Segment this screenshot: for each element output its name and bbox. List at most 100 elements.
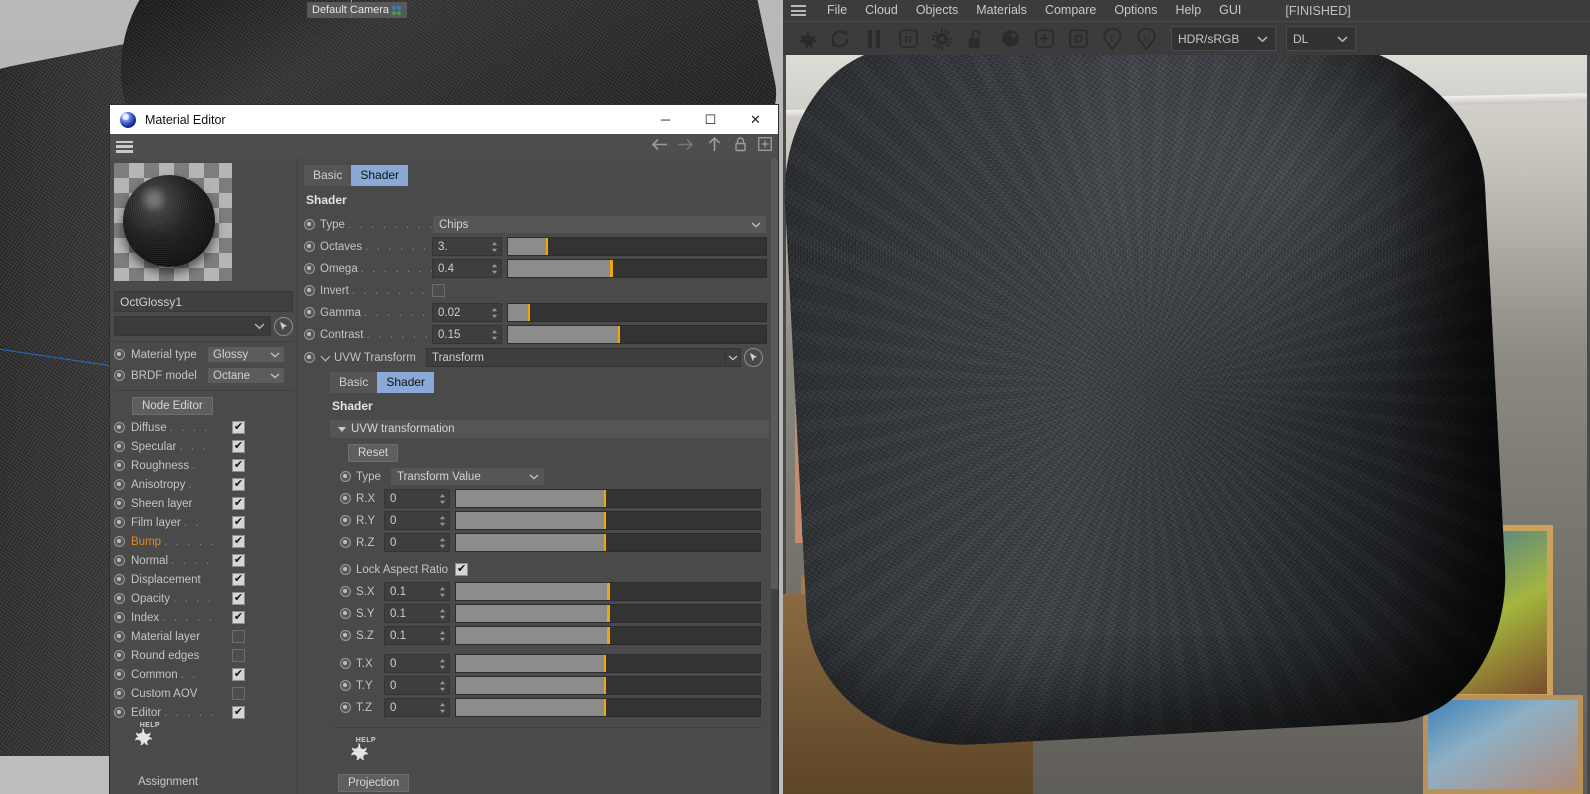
radio-icon[interactable] [340,493,351,504]
channel-row-common[interactable]: Common. . ✔ [110,665,297,684]
scrollbar-thumb[interactable] [771,159,778,589]
region-render-icon[interactable]: R [893,25,923,53]
uvw-tab-shader[interactable]: Shader [377,372,435,393]
shader-row-contrast[interactable]: Contrast. . . . . . . 0.15 [304,324,771,345]
vec-field-s-x[interactable]: 0.1 [384,582,450,601]
param-dropdown-type[interactable]: Chips [432,215,767,234]
arrow-left-icon[interactable] [651,138,668,156]
radio-icon[interactable] [114,498,125,509]
channel-checkbox[interactable]: ✔ [232,592,245,605]
refresh-icon[interactable] [825,25,855,53]
channel-row-opacity[interactable]: Opacity. . . . ✔ [110,589,297,608]
spinner-icon[interactable] [439,680,446,692]
radio-icon[interactable] [340,515,351,526]
uvw-row-r-z[interactable]: R.Z 0 [340,532,771,553]
channel-checkbox[interactable]: ✔ [232,630,245,643]
radio-icon[interactable] [114,574,125,585]
menu-item-options[interactable]: Options [1105,0,1166,21]
menu-item-help[interactable]: Help [1166,0,1210,21]
vec-slider-t-x[interactable] [455,654,761,673]
channel-checkbox[interactable]: ✔ [232,478,245,491]
uvw-row-r-y[interactable]: R.Y 0 [340,510,771,531]
radio-icon[interactable] [340,680,351,691]
kernel-dropdown[interactable]: DL [1286,26,1356,51]
assignment-tab[interactable]: Assignment [110,770,298,794]
close-button[interactable]: ✕ [733,105,778,134]
pause-icon[interactable] [859,25,889,53]
radio-icon[interactable] [340,537,351,548]
brdf-model-dropdown[interactable]: Octane [207,367,285,384]
channel-row-custom-aov[interactable]: Custom AOV ✔ [110,684,297,703]
spinner-icon[interactable] [439,630,446,642]
vec-field-s-y[interactable]: 0.1 [384,604,450,623]
uvw-row-t-x[interactable]: T.X 0 [340,653,771,674]
arrow-right-icon[interactable] [677,138,694,156]
unlock-icon[interactable] [961,25,991,53]
radio-icon[interactable] [114,612,125,623]
channel-row-material-layer[interactable]: Material layer ✔ [110,627,297,646]
vec-field-r-z[interactable]: 0 [384,533,450,552]
uvw-transform-dropdown[interactable] [725,348,741,367]
channel-row-bump[interactable]: Bump. . . . . ✔ [110,532,297,551]
chevron-down-icon[interactable] [320,351,331,361]
radio-icon[interactable] [304,241,315,252]
param-checkbox-invert[interactable]: ✔ [432,284,445,297]
material-picker-icon[interactable]: M [1131,25,1161,53]
param-slider-gamma[interactable] [507,303,767,322]
radio-icon[interactable] [114,422,125,433]
channel-row-diffuse[interactable]: Diffuse. . . . ✔ [110,418,297,437]
vec-slider-s-y[interactable] [455,604,761,623]
add-render-target-icon[interactable] [1029,25,1059,53]
channel-checkbox[interactable]: ✔ [232,573,245,586]
radio-icon[interactable] [340,564,351,575]
arrow-up-icon[interactable] [708,136,721,157]
param-field-octaves[interactable]: 3. [432,237,502,256]
radio-icon[interactable] [114,441,125,452]
shader-row-omega[interactable]: Omega. . . . . . . . 0.4 [304,258,771,279]
radio-icon[interactable] [340,608,351,619]
spinner-icon[interactable] [491,307,498,319]
radio-icon[interactable] [114,707,125,718]
channel-checkbox[interactable]: ✔ [232,611,245,624]
tab-basic[interactable]: Basic [304,165,352,186]
channel-row-editor[interactable]: Editor. . . . . ✔ [110,703,297,722]
node-editor-button[interactable]: Node Editor [132,397,213,415]
uvw-row-s-y[interactable]: S.Y 0.1 [340,603,771,624]
material-tag-dropdown[interactable] [114,316,271,336]
radio-icon[interactable] [114,650,125,661]
projection-button[interactable]: Projection [338,774,410,792]
material-type-row[interactable]: Material type Glossy [110,345,297,364]
uvw-row-t-z[interactable]: T.Z 0 [340,697,771,718]
right-panel-scrollbar[interactable] [771,159,778,794]
spinner-icon[interactable] [439,586,446,598]
camera-label[interactable]: Default Camera [307,2,408,18]
radio-icon[interactable] [114,669,125,680]
spinner-icon[interactable] [439,608,446,620]
param-slider-contrast[interactable] [507,325,767,344]
render-image-canvas[interactable] [783,55,1590,794]
uvw-row-t-y[interactable]: T.Y 0 [340,675,771,696]
spinner-icon[interactable] [439,658,446,670]
spinner-icon[interactable] [439,702,446,714]
channel-checkbox[interactable]: ✔ [232,535,245,548]
menu-item-file[interactable]: File [818,0,856,21]
menu-item-cloud[interactable]: Cloud [856,0,907,21]
radio-icon[interactable] [304,285,315,296]
channel-checkbox[interactable]: ✔ [232,421,245,434]
channel-checkbox[interactable]: ✔ [232,649,245,662]
uvw-transformation-group-header[interactable]: UVW transformation [330,420,769,438]
uvw-type-dropdown[interactable]: Transform Value [390,467,545,486]
object-render-icon[interactable] [1063,25,1093,53]
octane-fan-icon[interactable] [791,25,821,53]
uvw-row-r-x[interactable]: R.X 0 [340,488,771,509]
hamburger-menu-icon[interactable] [116,140,133,153]
spinner-icon[interactable] [439,537,446,549]
radio-icon[interactable] [114,460,125,471]
material-preview-sphere[interactable] [114,163,232,281]
radio-icon[interactable] [114,631,125,642]
menu-item-materials[interactable]: Materials [967,0,1036,21]
channel-row-specular[interactable]: Specular. . . ✔ [110,437,297,456]
octane-render-window[interactable]: File Cloud Objects Materials Compare Opt… [783,0,1590,794]
spinner-icon[interactable] [491,241,498,253]
radio-icon[interactable] [114,349,125,360]
